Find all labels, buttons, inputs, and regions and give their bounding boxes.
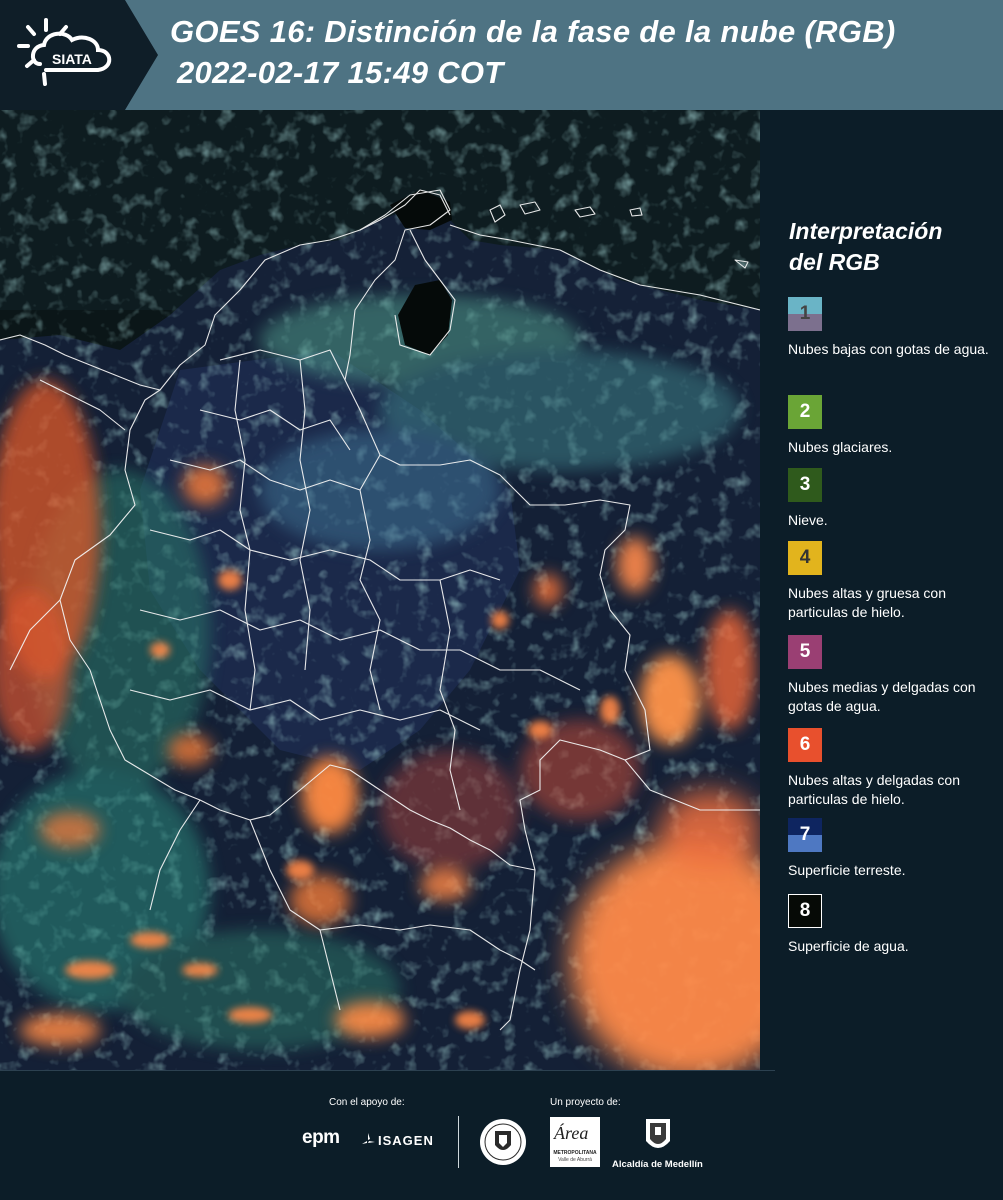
footer: Con el apoyo de: Un proyecto de: epm ISA… bbox=[0, 1070, 1003, 1200]
legend-label: Nieve. bbox=[788, 512, 828, 528]
legend-swatch: 8 bbox=[788, 894, 822, 928]
legend-item-4: 4 Nubes altas y gruesa con particulas de … bbox=[788, 541, 998, 622]
siata-logo-text: SIATA bbox=[52, 51, 92, 67]
page-timestamp: 2022-02-17 15:49 COT bbox=[177, 55, 504, 90]
legend-label: Nubes altas y gruesa con particulas de h… bbox=[788, 585, 946, 620]
legend-item-1: 1 Nubes bajas con gotas de agua. bbox=[788, 297, 998, 359]
legend-swatch: 3 bbox=[788, 468, 822, 502]
legend-label: Nubes altas y delgadas con particulas de… bbox=[788, 772, 960, 807]
siata-logo: SIATA bbox=[0, 0, 150, 110]
legend-title: Interpretación del RGB bbox=[789, 216, 989, 278]
legend-label: Nubes bajas con gotas de agua. bbox=[788, 341, 989, 357]
project-label: Un proyecto de: bbox=[550, 1097, 621, 1108]
legend-label: Superficie terreste. bbox=[788, 862, 906, 878]
legend-number: 5 bbox=[799, 641, 811, 662]
medellin-seal-icon bbox=[480, 1119, 526, 1165]
isagen-mark-icon bbox=[362, 1133, 375, 1144]
legend-item-6: 6 Nubes altas y delgadas con particulas d… bbox=[788, 728, 998, 809]
legend-title-line2: del RGB bbox=[789, 249, 880, 275]
area-logo-sub2: Valle de Aburrá bbox=[558, 1157, 592, 1163]
legend-item-2: 2 Nubes glaciares. bbox=[788, 395, 998, 457]
legend-swatch: 7 bbox=[788, 818, 822, 852]
legend-number: 7 bbox=[799, 824, 811, 845]
header: SIATA GOES 16: Distinción de la fase de … bbox=[0, 0, 1003, 110]
satellite-map bbox=[0, 110, 760, 1070]
legend-item-5: 5 Nubes medias y delgadas con gotas de ag… bbox=[788, 635, 998, 716]
legend-item-8: 8 Superficie de agua. bbox=[788, 894, 998, 956]
alcaldia-label: Alcaldía de Medellín bbox=[612, 1159, 703, 1170]
isagen-logo: ISAGEN bbox=[378, 1133, 434, 1148]
area-logo-text: Área bbox=[554, 1123, 589, 1143]
page-title: GOES 16: Distinción de la fase de la nub… bbox=[170, 14, 896, 49]
legend-title-line1: Interpretación bbox=[789, 218, 943, 244]
legend-number: 6 bbox=[799, 734, 811, 755]
legend-label: Nubes medias y delgadas con gotas de agu… bbox=[788, 679, 976, 714]
legend-label: Nubes glaciares. bbox=[788, 439, 893, 455]
legend-number: 1 bbox=[799, 303, 811, 324]
area-logo-sub1: METROPOLITANA bbox=[553, 1150, 597, 1156]
legend-item-7: 7 Superficie terreste. bbox=[788, 818, 998, 880]
footer-vertical-divider bbox=[458, 1116, 459, 1168]
legend-swatch: 1 bbox=[788, 297, 822, 331]
legend-item-3: 3 Nieve. bbox=[788, 468, 998, 530]
legend-label: Superficie de agua. bbox=[788, 938, 909, 954]
epm-logo: epm bbox=[302, 1127, 340, 1148]
legend-number: 8 bbox=[799, 900, 811, 921]
satellite-image bbox=[0, 110, 760, 1070]
support-label: Con el apoyo de: bbox=[329, 1097, 405, 1108]
legend-number: 3 bbox=[799, 474, 811, 495]
area-metropolitana-logo: Área METROPOLITANA Valle de Aburrá bbox=[550, 1117, 600, 1167]
rgb-legend: Interpretación del RGB 1 Nubes bajas con … bbox=[760, 110, 1003, 1070]
alcaldia-shield-icon bbox=[646, 1119, 670, 1148]
legend-swatch: 4 bbox=[788, 541, 822, 575]
legend-swatch: 2 bbox=[788, 395, 822, 429]
legend-swatch: 6 bbox=[788, 728, 822, 762]
legend-number: 2 bbox=[799, 401, 811, 422]
legend-number: 4 bbox=[799, 547, 811, 568]
footer-divider-line bbox=[0, 1070, 775, 1071]
legend-swatch: 5 bbox=[788, 635, 822, 669]
